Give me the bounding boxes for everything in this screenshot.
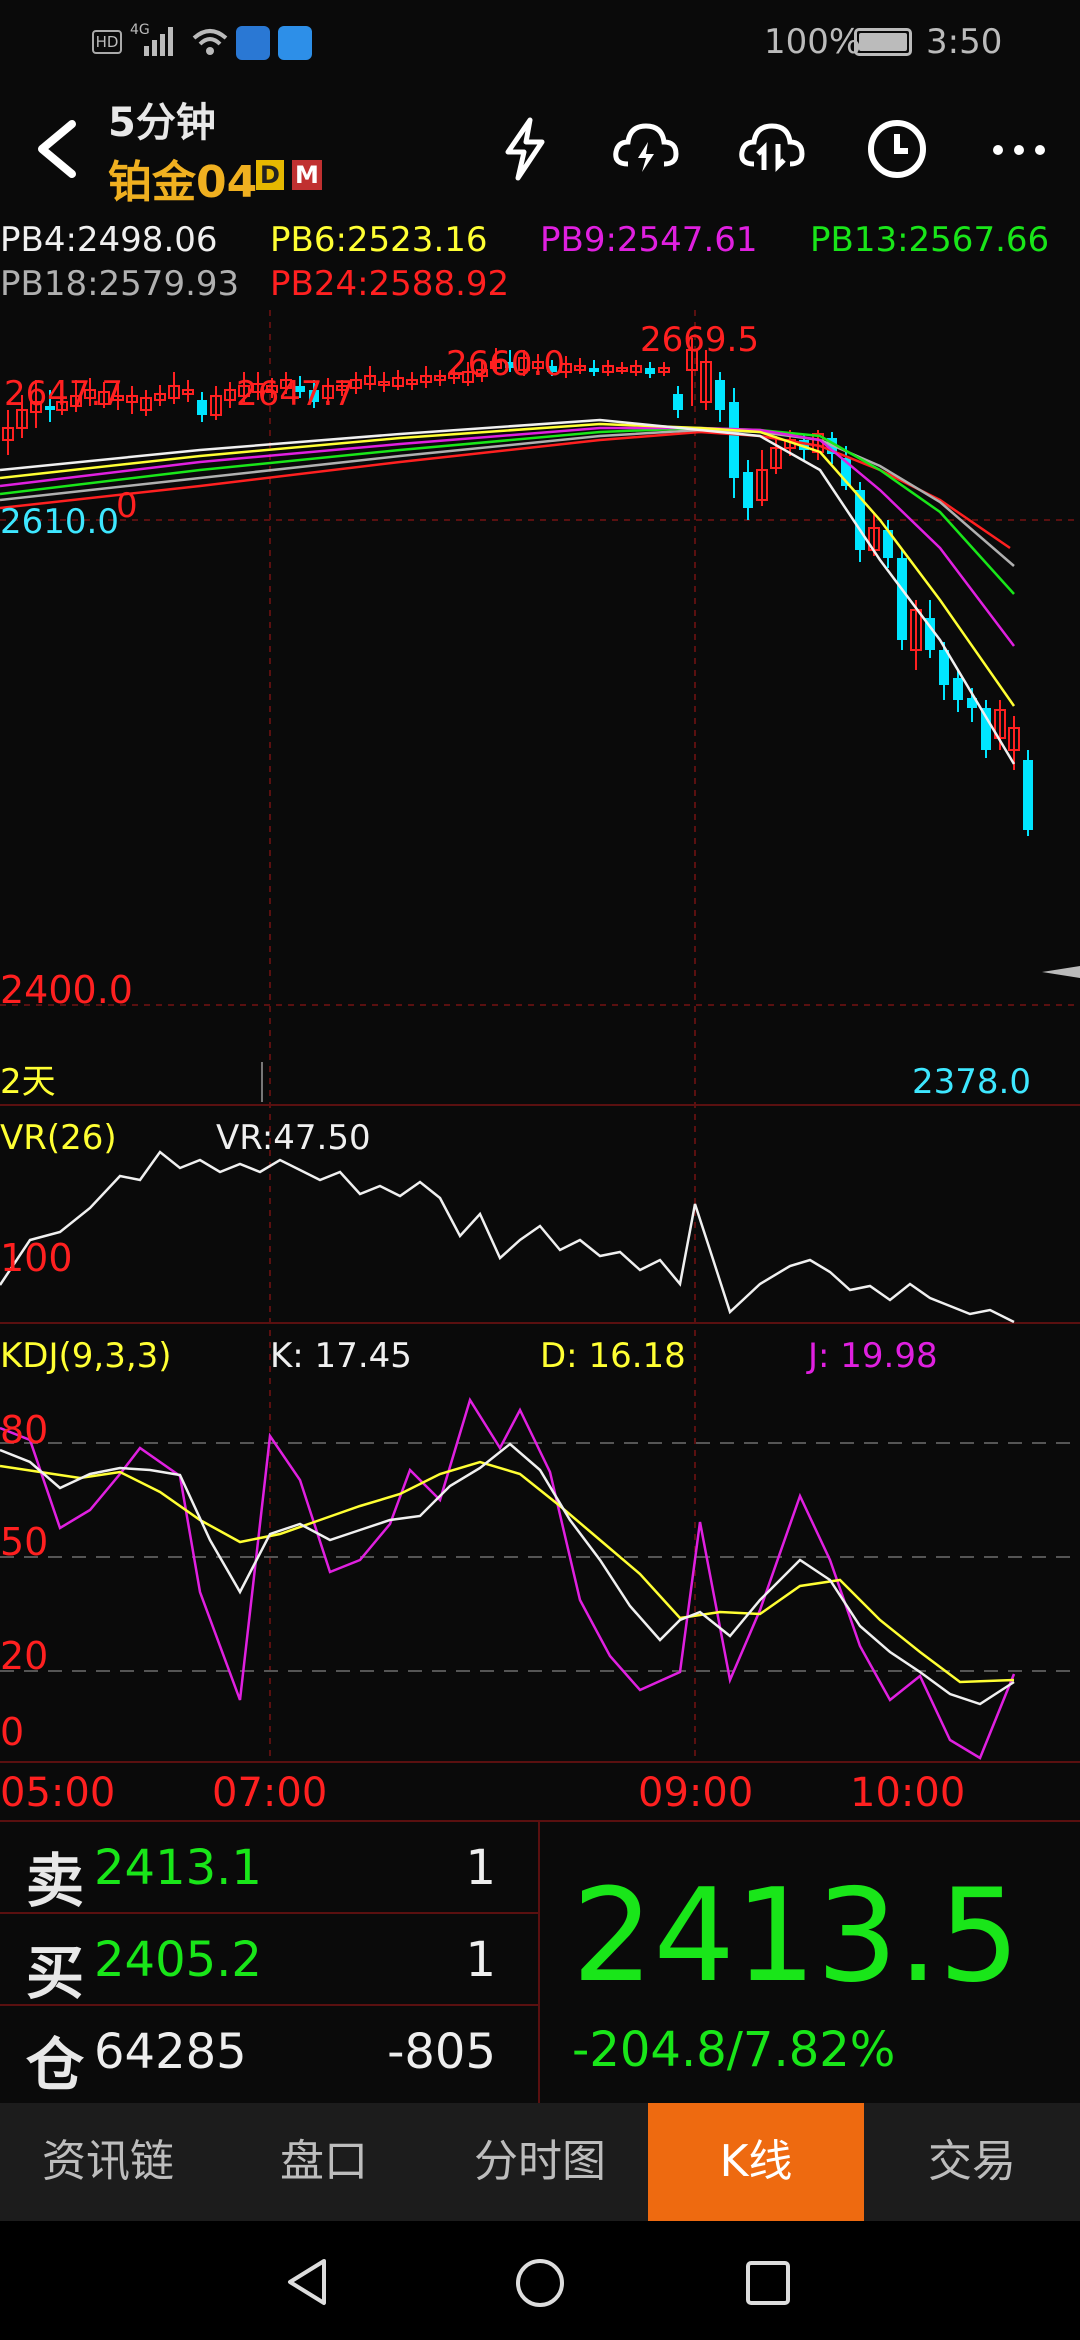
candle-body bbox=[1023, 760, 1033, 830]
tab-news-chain[interactable]: 资讯链 bbox=[0, 2103, 216, 2221]
oi-value: 64285 bbox=[94, 2024, 247, 2080]
tab-order-book[interactable]: 盘口 bbox=[216, 2103, 432, 2221]
vr-level: 100 bbox=[0, 1236, 73, 1280]
moving-average-lines bbox=[0, 418, 1016, 765]
system-nav-bar bbox=[0, 2221, 1080, 2340]
open-interest-row: 仓 64285 -805 bbox=[0, 2006, 540, 2099]
time-label-1: 05:00 bbox=[0, 1770, 116, 1816]
vr-value: VR:47.50 bbox=[216, 1118, 371, 1158]
last-price: 2413.5 bbox=[572, 1862, 1020, 2011]
candle-body bbox=[897, 558, 907, 640]
sell-label: 卖 bbox=[26, 1847, 85, 1915]
sell-row[interactable]: 卖 2413.1 1 bbox=[0, 1822, 540, 1915]
price-label-4: 2669.5 bbox=[640, 320, 759, 360]
kdj-level-50: 50 bbox=[0, 1520, 49, 1564]
kdj-k-line bbox=[0, 1442, 1015, 1706]
kline-chart[interactable] bbox=[0, 0, 1080, 1820]
oi-change: -805 bbox=[387, 2024, 496, 2080]
candle-body bbox=[673, 394, 683, 410]
candle-body bbox=[589, 368, 599, 372]
kdj-level-0: 0 bbox=[0, 1710, 25, 1754]
kdj-level-20: 20 bbox=[0, 1634, 49, 1678]
price-pointer-icon bbox=[1042, 966, 1080, 978]
nav-back-icon[interactable] bbox=[282, 2257, 332, 2307]
quote-divider bbox=[538, 1822, 540, 2105]
candle-body bbox=[197, 400, 207, 415]
bottom-tabs: 资讯链 盘口 分时图 K线 交易 bbox=[0, 2103, 1080, 2221]
candle-body bbox=[743, 472, 753, 508]
candle-body bbox=[981, 708, 991, 750]
kdj-reference-lines bbox=[0, 1442, 1080, 1672]
min-price-label: 2378.0 bbox=[912, 1062, 1031, 1102]
kdj-k-value: K: 17.45 bbox=[270, 1336, 412, 1376]
buy-price: 2405.2 bbox=[94, 1932, 262, 1988]
sell-qty: 1 bbox=[465, 1840, 496, 1896]
kdj-title: KDJ(9,3,3) bbox=[0, 1336, 172, 1376]
buy-row[interactable]: 买 2405.2 1 bbox=[0, 1914, 540, 2007]
candle-body bbox=[645, 368, 655, 374]
time-label-4: 10:00 bbox=[850, 1770, 966, 1816]
candlesticks bbox=[2, 338, 1033, 836]
price-label-2: 2647.7 bbox=[236, 374, 355, 414]
buy-qty: 1 bbox=[465, 1932, 496, 1988]
tab-trade[interactable]: 交易 bbox=[864, 2103, 1080, 2221]
vr-line bbox=[0, 1150, 1015, 1324]
kdj-j-value: J: 19.98 bbox=[808, 1336, 938, 1376]
candle-body bbox=[715, 380, 725, 410]
oi-label: 仓 bbox=[26, 2031, 85, 2099]
low-axis-label: 2400.0 bbox=[0, 968, 133, 1012]
vr-title: VR(26) bbox=[0, 1118, 117, 1158]
candle-body bbox=[953, 678, 963, 700]
candle-body bbox=[729, 402, 739, 478]
nav-recents-icon[interactable] bbox=[744, 2259, 792, 2307]
sell-price: 2413.1 bbox=[94, 1840, 262, 1896]
candle-body bbox=[939, 650, 949, 685]
days-label: 2天 bbox=[0, 1062, 56, 1102]
kdj-level-80: 80 bbox=[0, 1408, 49, 1452]
time-label-3: 09:00 bbox=[638, 1770, 754, 1816]
kdj-j-line bbox=[0, 1396, 1016, 1760]
ma-line bbox=[0, 418, 1016, 765]
tab-kline[interactable]: K线 bbox=[648, 2103, 864, 2221]
price-label-3: 2660.0 bbox=[446, 344, 565, 384]
price-change: -204.8/7.82% bbox=[572, 2022, 896, 2078]
ma-line bbox=[0, 422, 1016, 707]
quote-panel: 卖 2413.1 1 买 2405.2 1 仓 64285 -805 2413.… bbox=[0, 1820, 1080, 2105]
time-label-2: 07:00 bbox=[212, 1770, 328, 1816]
left-price-top: 2610.0 bbox=[0, 502, 119, 542]
tab-timeshare[interactable]: 分时图 bbox=[432, 2103, 648, 2221]
kdj-d-value: D: 16.18 bbox=[540, 1336, 686, 1376]
buy-label: 买 bbox=[26, 1939, 85, 2007]
nav-home-icon[interactable] bbox=[514, 2257, 566, 2309]
left-price-zero: 0 bbox=[116, 486, 138, 526]
price-label-1: 2647.7 bbox=[4, 374, 123, 414]
